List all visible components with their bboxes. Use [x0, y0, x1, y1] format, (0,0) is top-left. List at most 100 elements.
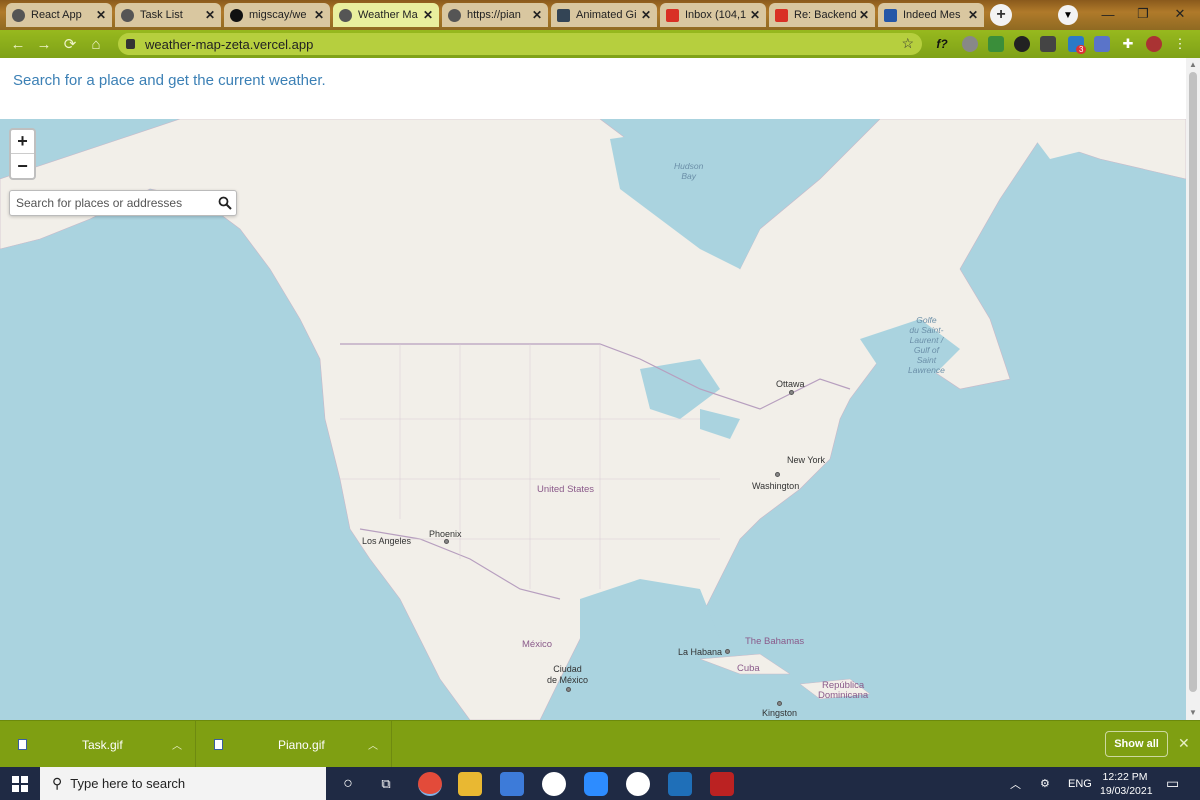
chrome-icon[interactable]: [418, 772, 442, 796]
tab-github[interactable]: migscay/we ✕: [224, 3, 330, 27]
tab-indeed[interactable]: Indeed Mes ✕: [878, 3, 984, 27]
formula-extension-icon[interactable]: f?: [934, 36, 950, 52]
puzzle-icon[interactable]: ✚: [1120, 36, 1136, 52]
git-kraken-icon[interactable]: [500, 772, 524, 796]
chevron-up-icon[interactable]: ︿: [368, 737, 378, 752]
menu-icon[interactable]: ⋮: [1172, 36, 1188, 52]
windows-taskbar: ⚲ Type here to search ○ ⧉ ︿ ⚙ ENG 12:22 …: [0, 767, 1200, 800]
globe-icon: [12, 8, 25, 22]
reload-button[interactable]: ⟳: [58, 32, 82, 56]
tab-inbox[interactable]: Inbox (104,1 ✕: [660, 3, 766, 27]
tab-re-backend[interactable]: Re: Backend ✕: [769, 3, 875, 27]
network-icon[interactable]: ⚙: [1040, 767, 1050, 800]
map-label-bahamas: The Bahamas: [745, 636, 805, 647]
city-marker: [789, 390, 794, 395]
tab-weather-map[interactable]: Weather Ma ✕: [333, 3, 439, 27]
page-content: Search for a place and get the current w…: [0, 58, 1186, 720]
new-tab-button[interactable]: +: [990, 4, 1012, 26]
map-label-la-habana: La Habana: [678, 647, 723, 657]
close-icon[interactable]: ✕: [532, 8, 542, 22]
close-icon[interactable]: ✕: [859, 8, 869, 22]
page-scrollbar[interactable]: ▲ ▼: [1186, 58, 1200, 720]
close-icon[interactable]: ✕: [96, 8, 106, 22]
indeed-icon: [884, 8, 897, 22]
vscode-icon[interactable]: [668, 772, 692, 796]
map[interactable]: + − Hudson Bay Golfe du Saint- Laurent /…: [0, 119, 1186, 720]
tab-label: https://pian: [467, 9, 521, 21]
extension-icon[interactable]: [962, 36, 978, 52]
tab-label: Indeed Mes: [903, 9, 961, 21]
file-explorer-icon[interactable]: [458, 772, 482, 796]
drive-icon[interactable]: [988, 36, 1004, 52]
clock-date: 19/03/2021: [1100, 785, 1153, 797]
app-icon[interactable]: [542, 772, 566, 796]
close-icon[interactable]: ✕: [205, 8, 215, 22]
url-text: weather-map-zeta.vercel.app: [145, 36, 314, 52]
scrollbar-thumb[interactable]: [1189, 72, 1197, 692]
city-marker: [777, 701, 782, 706]
page-title: Search for a place and get the current w…: [13, 72, 326, 89]
show-all-button[interactable]: Show all: [1105, 731, 1168, 757]
clock-time: 12:22 PM: [1102, 771, 1148, 783]
zoom-out-button[interactable]: −: [11, 154, 34, 178]
taskbar-search[interactable]: ⚲ Type here to search: [40, 767, 326, 800]
scroll-down-icon[interactable]: ▼: [1189, 708, 1197, 717]
github-icon: [230, 8, 243, 22]
home-button[interactable]: ⌂: [84, 32, 108, 56]
tab-label: Re: Backend: [794, 9, 856, 21]
extension-icon[interactable]: [1014, 36, 1030, 52]
search-icon[interactable]: [214, 196, 236, 210]
windows-icon: [12, 775, 28, 792]
notification-icon[interactable]: ▭: [1166, 767, 1179, 800]
download-item[interactable]: Piano.gif ︿: [196, 721, 392, 768]
download-item[interactable]: Task.gif ︿: [0, 721, 196, 768]
close-icon[interactable]: ✕: [750, 8, 760, 22]
restore-button[interactable]: ❐: [1125, 0, 1161, 28]
city-marker: [566, 687, 571, 692]
bookmark-star-icon[interactable]: ☆: [901, 35, 914, 52]
start-button[interactable]: [0, 767, 40, 800]
language-indicator[interactable]: ENG: [1068, 767, 1092, 800]
extension-icon[interactable]: [1040, 36, 1056, 52]
map-label-kingston: Kingston: [762, 708, 798, 718]
minimize-button[interactable]: —: [1090, 0, 1126, 28]
address-bar[interactable]: weather-map-zeta.vercel.app ☆: [118, 33, 922, 55]
extension-icon[interactable]: [1094, 36, 1110, 52]
tab-task-list[interactable]: Task List ✕: [115, 3, 221, 27]
search-icon: ⚲: [52, 775, 63, 791]
close-window-button[interactable]: ✕: [1162, 0, 1198, 28]
show-hidden-icons[interactable]: ︿: [1010, 767, 1021, 800]
forward-button[interactable]: →: [32, 32, 56, 56]
close-icon[interactable]: ✕: [423, 8, 433, 22]
map-label-ottawa: Ottawa: [776, 379, 805, 389]
close-icon[interactable]: ✕: [968, 8, 978, 22]
close-icon[interactable]: ✕: [641, 8, 651, 22]
map-label-cuba: Cuba: [737, 663, 760, 674]
tab-react-app[interactable]: React App ✕: [6, 3, 112, 27]
tab-search-button[interactable]: ▼: [1058, 5, 1078, 25]
scroll-up-icon[interactable]: ▲: [1189, 60, 1197, 69]
gmail-icon: [775, 8, 788, 22]
task-view-icon[interactable]: ⧉: [374, 772, 398, 796]
system-clock[interactable]: 12:22 PM 19/03/2021: [1100, 770, 1153, 798]
close-icon[interactable]: ✕: [314, 8, 324, 22]
search-input[interactable]: [10, 196, 214, 210]
tab-animated-gif[interactable]: Animated Gi ✕: [551, 3, 657, 27]
zoom-icon[interactable]: [584, 772, 608, 796]
close-icon[interactable]: ✕: [1178, 735, 1190, 752]
tab-piano[interactable]: https://pian ✕: [442, 3, 548, 27]
place-search: [9, 190, 237, 216]
cortana-icon[interactable]: ○: [336, 772, 360, 796]
map-label-gulf-st-lawrence: Golfe du Saint- Laurent / Gulf of Saint …: [908, 315, 945, 375]
slack-icon[interactable]: [626, 772, 650, 796]
app-icon[interactable]: [710, 772, 734, 796]
map-label-washington: Washington: [752, 481, 800, 491]
map-label-los-angeles: Los Angeles: [362, 536, 412, 546]
zoom-in-button[interactable]: +: [11, 130, 34, 154]
extension-icon[interactable]: 3: [1068, 36, 1087, 54]
zoom-control: + −: [9, 128, 36, 180]
back-button[interactable]: ←: [6, 32, 30, 56]
globe-icon: [339, 8, 352, 22]
chevron-up-icon[interactable]: ︿: [172, 737, 182, 752]
avatar[interactable]: [1146, 36, 1162, 52]
